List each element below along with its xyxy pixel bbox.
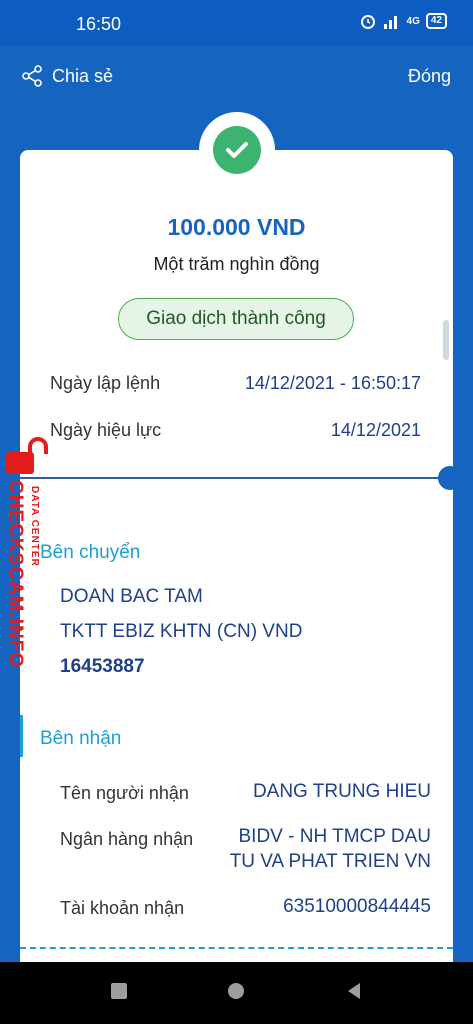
signal-icon bbox=[383, 16, 397, 29]
section-marker bbox=[20, 715, 23, 757]
receiver-name-label: Tên người nhận bbox=[60, 783, 189, 803]
sender-title: Bên chuyển bbox=[40, 542, 141, 563]
dashed-separator bbox=[20, 947, 453, 949]
system-nav-bar bbox=[0, 962, 473, 1024]
receipt-card: 100.000 VND Một trăm nghìn đồng Giao dịc… bbox=[20, 150, 453, 980]
success-badge bbox=[199, 112, 275, 188]
back-icon[interactable] bbox=[345, 982, 363, 1000]
created-value: 14/12/2021 - 16:50:17 bbox=[244, 373, 421, 393]
receiver-bank-line1: BIDV - NH TMCP DAU bbox=[238, 826, 432, 847]
watermark: CHECKSCAM.INFO DATA CENTER bbox=[2, 436, 52, 669]
home-icon[interactable] bbox=[227, 982, 245, 1000]
scrollbar[interactable] bbox=[443, 320, 449, 360]
receiver-name-value: DANG TRUNG HIEU bbox=[252, 781, 431, 802]
status-bar: 16:50 4G 42 bbox=[0, 0, 473, 46]
sender-account-type: TKTT EBIZ KHTN (CN) VND bbox=[60, 621, 303, 642]
share-icon bbox=[22, 65, 42, 87]
amount-in-words: Một trăm nghìn đồng bbox=[153, 254, 320, 274]
watermark-site: CHECKSCAM.INFO bbox=[5, 480, 26, 669]
receiver-title: Bên nhận bbox=[40, 728, 122, 749]
share-label: Chia sẻ bbox=[52, 65, 114, 86]
amount: 100.000 VND bbox=[167, 214, 306, 240]
network-type: 4G bbox=[406, 15, 420, 27]
sender-name: DOAN BAC TAM bbox=[60, 586, 203, 607]
receiver-account-value: 63510000844445 bbox=[283, 896, 431, 917]
alarm-icon bbox=[360, 15, 375, 29]
divider-notch bbox=[438, 466, 453, 490]
receiver-bank-line2: TU VA PHAT TRIEN VN bbox=[229, 851, 431, 872]
divider bbox=[20, 477, 453, 479]
receiver-account-label: Tài khoản nhận bbox=[60, 898, 185, 918]
effective-value: 14/12/2021 bbox=[330, 420, 421, 440]
status-badge: Giao dịch thành công bbox=[118, 298, 354, 340]
share-button[interactable]: Chia sẻ bbox=[20, 64, 113, 88]
status-time: 16:50 bbox=[76, 14, 122, 34]
checkmark-icon bbox=[213, 126, 261, 174]
effective-label: Ngày hiệu lực bbox=[50, 420, 162, 440]
recents-icon[interactable] bbox=[110, 982, 128, 1000]
receiver-bank-label: Ngân hàng nhận bbox=[60, 829, 194, 849]
sender-account-number: 16453887 bbox=[60, 656, 145, 677]
status-icons: 4G 42 bbox=[359, 12, 447, 30]
created-label: Ngày lập lệnh bbox=[50, 373, 161, 393]
close-button[interactable]: Đóng bbox=[408, 66, 451, 87]
battery-icon: 42 bbox=[425, 13, 447, 29]
top-bar: Chia sẻ Đóng bbox=[0, 46, 473, 110]
lock-icon bbox=[6, 437, 48, 474]
watermark-caption: DATA CENTER bbox=[29, 486, 40, 567]
